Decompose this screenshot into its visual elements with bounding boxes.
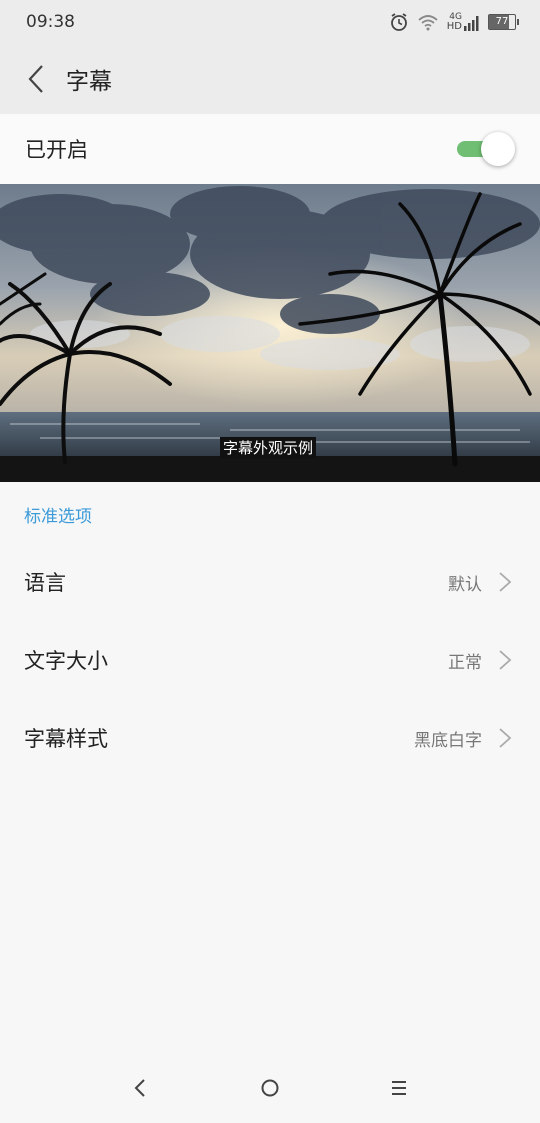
- status-bar: 09:38 4G HD 77: [0, 0, 540, 44]
- setting-label: 语言: [24, 571, 66, 595]
- nav-back-button[interactable]: [120, 1073, 160, 1103]
- page-title: 字幕: [66, 69, 112, 95]
- setting-row-caption-style[interactable]: 字幕样式 黑底白字: [0, 699, 540, 777]
- system-nav-bar: [0, 1055, 540, 1123]
- setting-label: 字幕样式: [24, 727, 108, 751]
- nav-home-icon: [261, 1079, 279, 1097]
- nav-menu-icon: [392, 1081, 406, 1095]
- signal-group: 4G HD: [446, 13, 480, 32]
- chevron-right-icon: [499, 728, 512, 748]
- caption-sample-text: 字幕外观示例: [220, 437, 317, 459]
- battery-level: 77: [495, 16, 509, 27]
- wifi-icon: [418, 15, 438, 31]
- hd-label: HD: [446, 21, 462, 32]
- setting-row-text-size[interactable]: 文字大小 正常: [0, 621, 540, 699]
- alarm-icon: [390, 13, 407, 31]
- nav-home-button[interactable]: [250, 1073, 290, 1103]
- switch-knob: [481, 132, 515, 166]
- nav-back-icon: [134, 1079, 145, 1097]
- status-icons: 4G HD 77: [389, 12, 519, 32]
- subtitle-switch[interactable]: [455, 132, 515, 166]
- toggle-label: 已开启: [25, 138, 88, 162]
- signal-icon: [464, 16, 479, 31]
- setting-label: 文字大小: [24, 649, 108, 673]
- setting-row-language[interactable]: 语言 默认: [0, 543, 540, 621]
- chevron-right-icon: [499, 572, 512, 592]
- back-button[interactable]: [4, 44, 68, 114]
- chevron-right-icon: [499, 650, 512, 670]
- back-arrow-icon: [28, 65, 43, 93]
- battery-icon: 77: [488, 14, 519, 30]
- nav-menu-button[interactable]: [379, 1073, 419, 1103]
- app-bar: 字幕: [0, 44, 540, 114]
- section-header-standard-options: 标准选项: [24, 507, 92, 527]
- setting-value: 默认: [448, 574, 482, 595]
- subtitle-toggle-row[interactable]: 已开启: [0, 114, 540, 184]
- setting-value: 黑底白字: [414, 730, 482, 751]
- status-time: 09:38: [26, 12, 75, 32]
- setting-value: 正常: [448, 652, 482, 673]
